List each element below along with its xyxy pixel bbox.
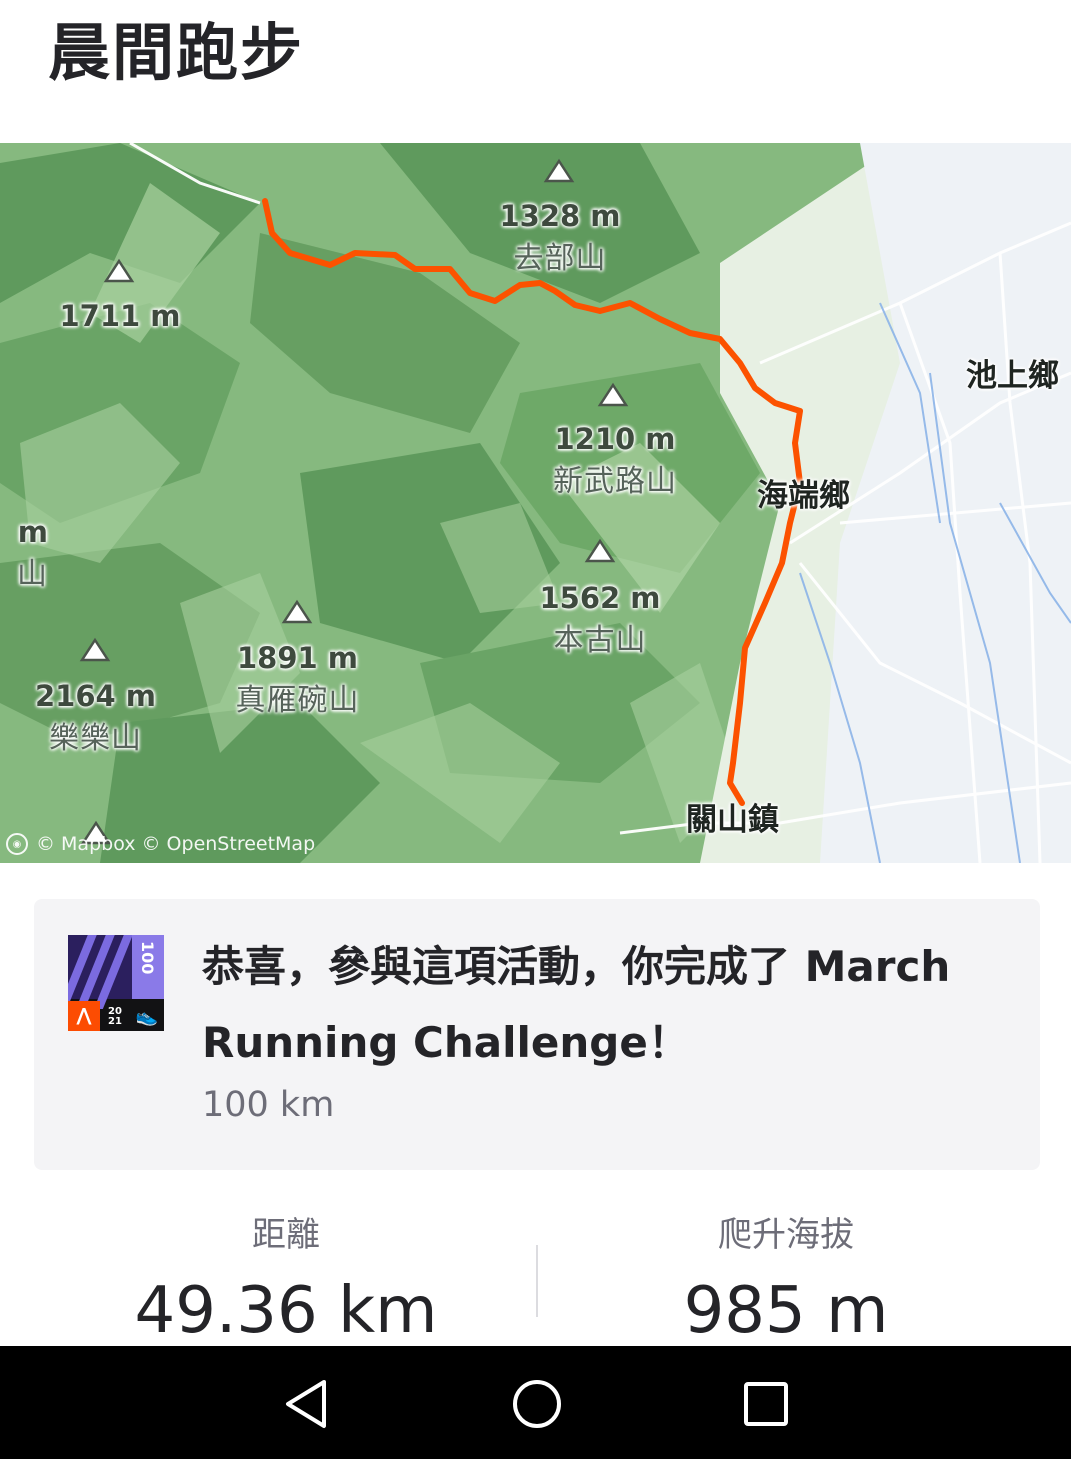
achievement-message: 恭喜，參與這項活動，你完成了 March Running Challenge！ [202, 942, 951, 1067]
place-label: 海端鄉 [757, 478, 850, 514]
stat-label: 爬升海拔 [718, 1215, 854, 1255]
peak-label: 1891 m 真雁碗山 [235, 641, 360, 718]
stat-distance: 距離 49.36 km [86, 1210, 486, 1356]
place-label: 池上鄉 [966, 358, 1059, 394]
place-label: 關山鎮 [686, 802, 779, 838]
stat-label: 距離 [252, 1215, 320, 1255]
achievement-card[interactable]: 100 ⋀ 20 21 👟 恭喜，參與這項活動，你完成了 March Runnin… [34, 899, 1040, 1170]
route-map[interactable]: 1328 m 去部山 1711 m 1210 m 新武路山 1562 m 本古山… [0, 143, 1071, 863]
peak-label: 1328 m 去部山 [499, 199, 621, 276]
peak-label: m 山 [17, 515, 48, 592]
back-icon[interactable] [278, 1376, 334, 1432]
peak-label: 1562 m 本古山 [539, 581, 661, 658]
mapbox-logo-icon: ◉ [6, 833, 28, 855]
achievement-detail: 100 km [202, 1085, 335, 1125]
home-icon[interactable] [509, 1376, 565, 1432]
stat-value: 985 m [683, 1274, 889, 1348]
map-attribution[interactable]: ◉ © Mapbox © OpenStreetMap [6, 833, 315, 855]
peak-label: 2164 m 樂樂山 [34, 679, 157, 756]
system-navigation-bar [0, 1346, 1071, 1459]
peak-label: 1210 m 新武路山 [553, 422, 677, 499]
stat-value: 49.36 km [134, 1274, 438, 1348]
stats-divider [536, 1245, 538, 1317]
strava-logo-icon: ⋀ [68, 1001, 100, 1031]
recents-icon[interactable] [738, 1376, 794, 1432]
shoe-icon: 👟 [135, 1006, 158, 1027]
stat-elevation: 爬升海拔 985 m [586, 1210, 986, 1356]
activity-title: 晨間跑步 [48, 16, 305, 89]
challenge-badge-icon: 100 ⋀ 20 21 👟 [68, 935, 164, 1031]
peak-label: 1711 m [59, 299, 181, 333]
